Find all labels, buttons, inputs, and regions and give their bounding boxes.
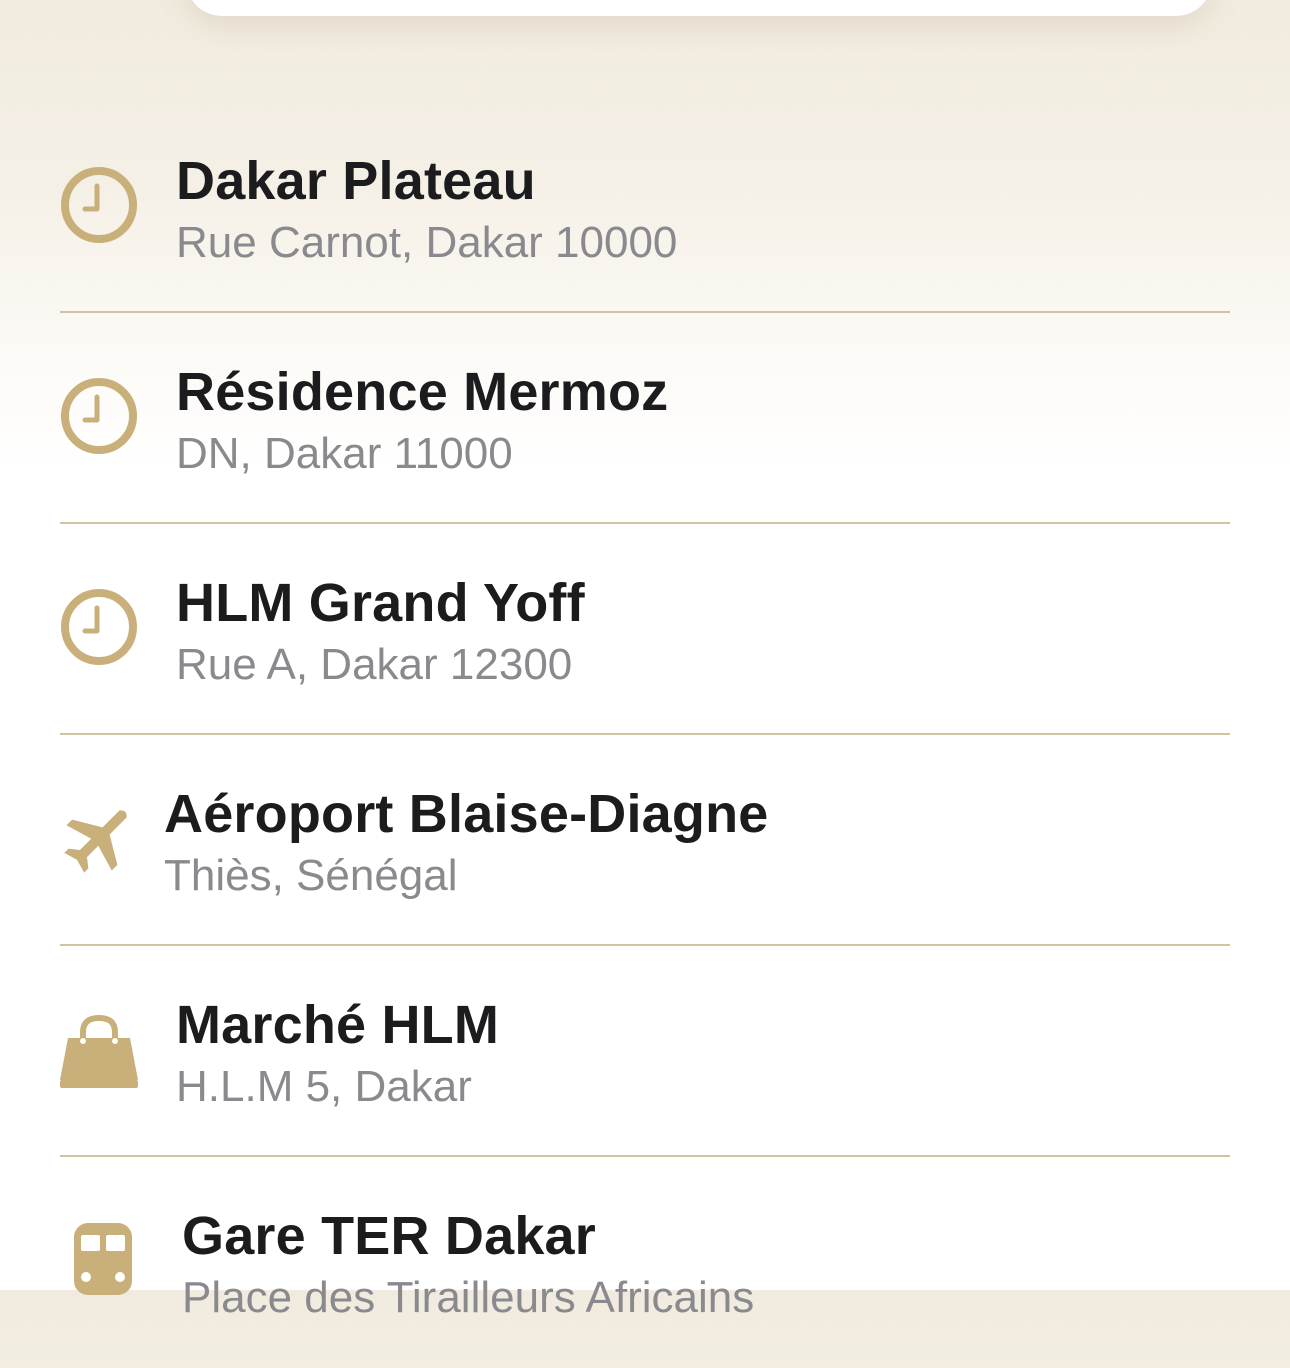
train-icon [70, 1221, 136, 1301]
list-item-hlm-grand-yoff[interactable]: HLM Grand Yoff Rue A, Dakar 12300 [0, 524, 1290, 735]
result-title: Gare TER Dakar [182, 1206, 596, 1266]
list-item-aeroport-blaise-diagne[interactable]: Aéroport Blaise-Diagne Thiès, Sénégal [0, 735, 1290, 946]
result-subtitle: Place des Tirailleurs Africains [182, 1273, 755, 1322]
list-item-dakar-plateau[interactable]: Dakar Plateau Rue Carnot, Dakar 10000 [0, 102, 1290, 313]
list-item-residence-mermoz[interactable]: Résidence Mermoz DN, Dakar 11000 [0, 313, 1290, 524]
airplane-icon [58, 797, 140, 879]
clock-icon [58, 375, 140, 457]
result-subtitle: DN, Dakar 11000 [176, 429, 513, 478]
list-item-gare-ter-dakar[interactable]: Gare TER Dakar Place des Tirailleurs Afr… [0, 1157, 1290, 1368]
clock-icon [58, 164, 140, 246]
result-subtitle: H.L.M 5, Dakar [176, 1062, 472, 1111]
results-list: Dakar Plateau Rue Carnot, Dakar 10000 Ré… [0, 102, 1290, 1368]
result-title: Marché HLM [176, 995, 500, 1055]
result-title: HLM Grand Yoff [176, 573, 585, 633]
result-title: Aéroport Blaise-Diagne [164, 784, 769, 844]
shopping-bag-icon [58, 1008, 140, 1090]
result-subtitle: Thiès, Sénégal [164, 851, 458, 900]
search-card[interactable] [186, 0, 1212, 16]
clock-icon [58, 586, 140, 668]
result-subtitle: Rue A, Dakar 12300 [176, 640, 573, 689]
result-title: Dakar Plateau [176, 151, 536, 211]
result-subtitle: Rue Carnot, Dakar 10000 [176, 218, 678, 267]
result-title: Résidence Mermoz [176, 362, 669, 422]
list-item-marche-hlm[interactable]: Marché HLM H.L.M 5, Dakar [0, 946, 1290, 1157]
